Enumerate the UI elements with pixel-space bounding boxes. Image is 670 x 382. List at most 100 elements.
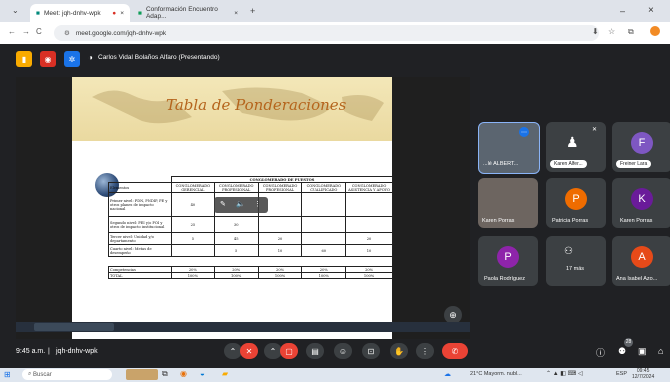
close-tab-icon[interactable]: × [234,10,238,17]
tray-icons[interactable]: ⌃ ▲ ◧ ⌨ ◁ [546,370,583,377]
table-cell: 100% [171,272,215,279]
participant-tile[interactable]: K Karen Porras [612,178,670,228]
more-options-icon[interactable]: ⋮ [254,200,261,208]
participant-tile-presenter[interactable]: ⋯ ...lé ALBERT... [478,122,540,174]
mic-off-button[interactable]: ✕ [240,343,258,359]
meeting-time: 9:45 a.m. [16,348,46,355]
participant-tile[interactable]: ♟ ✕ Karen Alfer... [546,122,606,172]
table-cell [171,244,215,257]
participant-name: Karen Porras [620,218,653,224]
presenting-label: Carlos Vidal Bolaños Alfaro (Presentando… [98,54,220,61]
table-cell: 10 [345,244,393,257]
header-row: Elementos CONGLOMERADO GERENCIAL CONGLOM… [108,182,393,193]
row-label: Segundo nivel: PEI y/o POI y otros de im… [108,216,172,233]
recording-dot-icon: ● [112,9,117,17]
language-indicator[interactable]: ESP [616,371,627,377]
table-cell: 20 [257,232,303,245]
participant-name: Paola Rodríguez [484,276,525,282]
minimize-button[interactable]: – [620,6,625,16]
download-icon[interactable]: ⬇ [592,27,599,36]
column-header: CONGLOMERADO GERENCIAL [171,182,215,193]
end-call-button[interactable]: ✆ [442,343,468,359]
taskbar-search[interactable]: ⌕ Buscar [22,369,112,380]
people-icon[interactable]: ⚉ [618,346,626,357]
meeting-code: jqh-dnhv-wpk [56,348,98,355]
url-input[interactable]: ⚙ meet.google.com/jqh-dnhv-wpk [54,25,599,41]
table-cell: 45 [213,232,259,245]
edge-taskbar-icon[interactable]: ◒ [200,369,205,378]
captions-button[interactable]: ▤ [306,343,324,359]
participant-name: Freiner Lara [616,160,652,168]
table-row: Cuarto nivel: Metas de desempeño 5 10 60… [108,244,393,257]
table-cell: 100% [301,272,347,279]
table-cell: 25 [171,216,215,233]
table-cell [301,192,347,217]
back-button[interactable]: ← [8,27,16,36]
row-header: Elementos [108,182,172,193]
mute-presenter-icon[interactable]: 🔈 [236,200,245,208]
url-text: meet.google.com/jqh-dnhv-wpk [75,29,167,37]
whiteboard-icon[interactable]: ✲ [64,51,80,67]
close-tab-icon[interactable]: × [120,10,124,17]
forward-button[interactable]: → [22,27,30,36]
table-cell: 5 [213,244,259,257]
pin-icon[interactable]: ✎ [220,200,226,208]
avatar: F [631,132,653,154]
tab-meet[interactable]: ■ Meet: jqh-dnhv-wpk ● × [30,4,130,22]
chrome-taskbar-icon[interactable]: ◉ [180,369,187,378]
close-window-button[interactable]: × [648,5,654,16]
search-placeholder: Buscar [33,371,52,378]
weather-icon: ☁ [444,371,451,378]
news-widget-icon[interactable] [126,369,158,380]
reload-button[interactable]: C [36,27,42,36]
presentation-controls: ✎ 🔈 ⋮ [214,197,268,213]
participant-name: Karen Porras [482,218,515,224]
meet-favicon-icon: ■ [36,9,40,17]
participant-tile[interactable]: P Patricia Porras [546,178,606,228]
chat-icon[interactable]: ▣ [638,346,647,357]
site-info-icon[interactable]: ⚙ [64,29,70,37]
new-tab-button[interactable]: + [250,6,255,16]
participant-tile[interactable]: Karen Porras [478,178,538,228]
emoji-button[interactable]: ☺ [334,343,352,359]
task-view-icon[interactable]: ⧉ [162,369,168,379]
separator: | [48,348,50,355]
camera-off-button[interactable]: ▢ [280,343,298,359]
participant-tile[interactable]: P Paola Rodríguez [478,236,538,286]
more-participants-tile[interactable]: ⚇ 17 más [546,236,606,286]
tab-search-icon[interactable]: ⌄ [12,6,19,15]
table-cell: 10 [257,244,303,257]
activities-icon[interactable]: ⌂ [658,346,663,356]
table-cell: 100% [213,272,259,279]
participant-name: Ana Isabel Azo... [616,276,658,282]
participant-tile[interactable]: F Freiner Lara [612,122,670,172]
windows-start-icon[interactable]: ⊞ [4,370,11,379]
bookmark-star-icon[interactable]: ☆ [608,27,615,36]
record-icon[interactable]: ◉ [40,51,56,67]
mic-off-icon: ✕ [592,127,598,133]
presenter-avatar-icon: ◑ [88,53,93,62]
present-button[interactable]: ⊡ [362,343,380,359]
table-cell: 100% [345,272,393,279]
column-header: CONGLOMERADO PROFESIONAL [257,182,303,193]
clock-date: 12/7/2024 [632,374,655,380]
participant-name: Patricia Porras [552,218,589,224]
info-icon[interactable]: ⓘ [596,346,605,359]
file-explorer-icon[interactable]: ▰ [222,369,228,378]
speaking-icon: ⋯ [519,127,529,137]
taskbar-clock[interactable]: 09:45 12/7/2024 [632,368,654,380]
tab-label: Meet: jqh-dnhv-wpk [43,9,101,17]
table-cell: 30 [213,216,259,233]
participant-tile[interactable]: A Ana Isabel Azo... [612,236,670,286]
profile-avatar[interactable] [650,26,660,36]
tab-label: Conformación Encuentro Adap... [145,6,218,20]
activity-icon[interactable]: ▮ [16,51,32,67]
table-cell [345,216,393,233]
table-row: Tercer nivel: Unidad y/o departamento 5 … [108,232,393,245]
more-options-button[interactable]: ⋮ [416,343,434,359]
avatar: K [631,188,653,210]
shared-search-box [34,323,114,331]
tab-conformacion[interactable]: ■ Conformación Encuentro Adap... × [132,4,244,22]
extensions-icon[interactable]: ⧉ [628,27,634,37]
raise-hand-button[interactable]: ✋ [390,343,408,359]
